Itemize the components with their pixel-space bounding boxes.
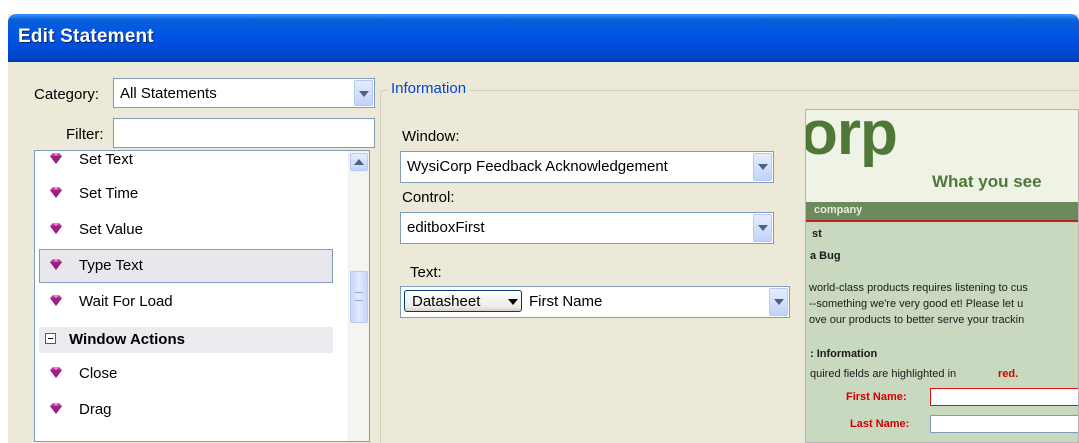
window-label: Window: bbox=[402, 128, 460, 145]
collapse-icon[interactable] bbox=[45, 333, 56, 344]
window-value: WysiCorp Feedback Acknowledgement bbox=[407, 158, 668, 175]
list-item[interactable]: Wait For Load bbox=[39, 285, 333, 319]
statement-gem-icon bbox=[50, 367, 62, 378]
window-select[interactable]: WysiCorp Feedback Acknowledgement bbox=[400, 151, 774, 183]
list-item[interactable]: Drag bbox=[39, 393, 333, 427]
statement-gem-icon bbox=[50, 295, 62, 306]
preview-logo: orp bbox=[805, 109, 898, 168]
text-select[interactable]: Datasheet First Name bbox=[400, 286, 790, 318]
control-label: Control: bbox=[402, 189, 455, 206]
category-value: All Statements bbox=[120, 85, 217, 102]
list-item[interactable]: Close bbox=[39, 357, 333, 391]
chevron-down-icon[interactable] bbox=[354, 80, 373, 106]
list-item-selected[interactable]: Type Text bbox=[39, 249, 333, 283]
control-value: editboxFirst bbox=[407, 219, 485, 236]
chevron-down-icon[interactable] bbox=[753, 214, 772, 242]
list-scrollbar[interactable] bbox=[348, 151, 369, 441]
list-item[interactable]: Set Value bbox=[39, 213, 333, 247]
preview-body: st a Bug world-class products requires l… bbox=[806, 222, 1078, 442]
preview-last-name-input bbox=[930, 415, 1078, 433]
group-window-actions[interactable]: Window Actions bbox=[39, 327, 333, 353]
control-select[interactable]: editboxFirst bbox=[400, 212, 774, 244]
list-item[interactable]: Set Time bbox=[39, 177, 333, 211]
chevron-down-icon[interactable] bbox=[769, 288, 788, 316]
scroll-thumb[interactable] bbox=[350, 271, 368, 323]
category-label: Category: bbox=[34, 86, 100, 103]
filter-label: Filter: bbox=[66, 126, 104, 143]
preview-nav-bar: company bbox=[806, 202, 1078, 222]
category-select[interactable]: All Statements bbox=[113, 78, 375, 108]
scroll-up-icon[interactable] bbox=[350, 153, 368, 171]
statement-gem-icon bbox=[50, 223, 62, 234]
statement-gem-icon bbox=[50, 153, 62, 164]
title-bar[interactable]: Edit Statement bbox=[8, 14, 1079, 62]
list-item[interactable]: Set Text bbox=[39, 151, 333, 177]
edit-statement-dialog: Edit Statement Category: All Statements … bbox=[8, 14, 1079, 443]
target-page-preview: orp What you see company st a Bug world-… bbox=[805, 109, 1079, 443]
chevron-down-icon bbox=[508, 299, 518, 305]
statement-gem-icon bbox=[50, 187, 62, 198]
window-title: Edit Statement bbox=[18, 26, 154, 47]
information-legend: Information bbox=[388, 80, 470, 97]
statement-list[interactable]: Set Text Set Time Set Value Type Text Wa… bbox=[34, 150, 370, 442]
filter-input[interactable] bbox=[113, 118, 375, 148]
text-label: Text: bbox=[410, 264, 442, 281]
datasheet-dropdown-button[interactable]: Datasheet bbox=[404, 290, 522, 312]
statement-gem-icon bbox=[50, 403, 62, 414]
preview-first-name-input bbox=[930, 388, 1078, 406]
text-value: First Name bbox=[529, 293, 603, 310]
chevron-down-icon[interactable] bbox=[753, 153, 772, 181]
statement-gem-icon bbox=[50, 259, 62, 270]
preview-tagline: What you see bbox=[932, 172, 1042, 191]
